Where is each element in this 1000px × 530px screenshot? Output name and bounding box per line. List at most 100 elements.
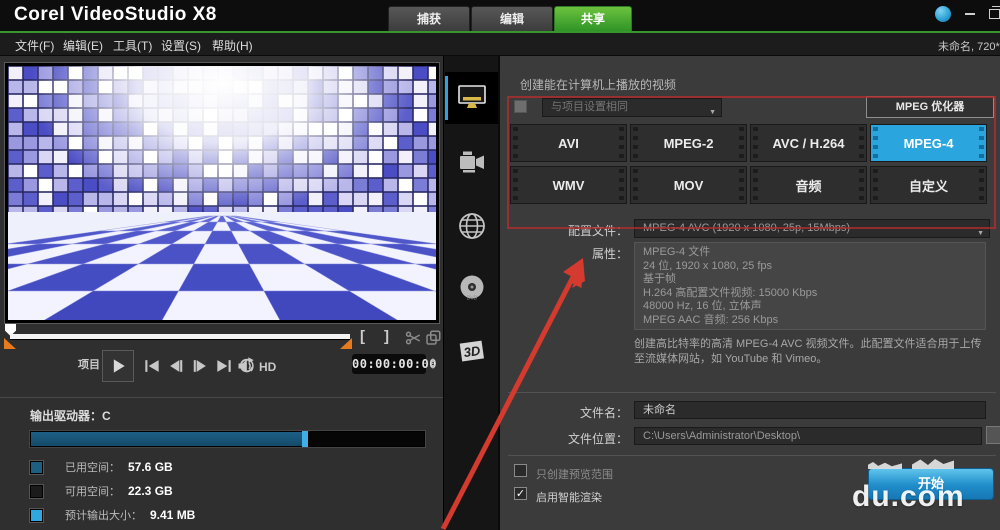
browse-folder-button[interactable] xyxy=(986,426,1000,444)
prop-line: H.264 高配置文件视频: 15000 Kbps xyxy=(643,286,818,299)
menu-tools[interactable]: 工具(T) xyxy=(113,37,152,54)
home-button[interactable] xyxy=(142,356,162,381)
prop-line: MPEG AAC 音频: 256 Kbps xyxy=(643,313,779,326)
trim-end-marker[interactable] xyxy=(340,338,352,349)
prop-line: 48000 Hz, 16 位, 立体声 xyxy=(643,300,762,312)
scrubber-row: [ ] xyxy=(0,324,443,350)
preview-range-label: 只创建预览范围 xyxy=(536,469,613,481)
format-avi-button[interactable]: AVI xyxy=(510,124,627,162)
help-globe-icon[interactable] xyxy=(935,6,951,22)
menu-file[interactable]: 文件(F) xyxy=(15,37,54,54)
title-bar: Corel VideoStudio X8 捕获 编辑 共享 xyxy=(0,0,1000,31)
mpeg-optimizer-button[interactable]: MPEG 优化器 xyxy=(866,96,994,118)
timecode-spinner[interactable]: ▲ ▼ xyxy=(428,353,438,375)
trim-start-marker[interactable] xyxy=(4,338,16,349)
prop-line: 基于帧 xyxy=(643,273,676,285)
transport-controls: 项目 HD 00:00:00:00 ▲ ▼ xyxy=(0,350,443,390)
output-drive-label: 输出驱动器：C xyxy=(30,409,111,423)
split-clip-icon[interactable] xyxy=(404,329,422,352)
svg-text:3D: 3D xyxy=(462,343,481,360)
tab-share[interactable]: 共享 xyxy=(554,6,632,31)
mark-in-button[interactable]: [ xyxy=(360,328,365,345)
camcorder-icon xyxy=(459,151,484,173)
format-avc-button[interactable]: AVC / H.264 xyxy=(750,124,867,162)
profile-value: MPEG-4 AVC (1920 x 1080, 25p, 15Mbps) xyxy=(643,222,851,234)
tab-edit[interactable]: 编辑 xyxy=(471,6,553,31)
menu-edit[interactable]: 编辑(E) xyxy=(63,37,103,54)
3d-share-button[interactable]: 3D xyxy=(445,326,498,378)
smart-render-label: 启用智能渲染 xyxy=(536,492,602,504)
mark-out-button[interactable]: ] xyxy=(384,328,389,345)
legend-used: 已用空间： 57.6 GB xyxy=(29,459,173,475)
estimated-size-swatch xyxy=(29,507,44,523)
same-as-project-text: 与项目设置相同 xyxy=(551,101,628,113)
app-title: Corel VideoStudio X8 xyxy=(14,4,217,25)
panel-heading: 创建能在计算机上播放的视频 xyxy=(520,78,677,92)
estimated-size-label: 预计输出大小： xyxy=(65,510,142,522)
same-as-project-checkbox[interactable] xyxy=(514,100,527,113)
project-status: 未命名, 720*576 xyxy=(938,41,1000,53)
minimize-icon[interactable] xyxy=(965,13,975,15)
estimated-size-value: 9.41 MB xyxy=(150,508,196,522)
legend-free: 可用空间： 22.3 GB xyxy=(29,483,173,499)
filename-label: 文件名： xyxy=(579,406,628,420)
format-mpeg4-button[interactable]: MPEG-4 xyxy=(870,124,987,162)
estimated-output-marker xyxy=(302,431,308,447)
video-preview xyxy=(4,62,440,324)
disk-used-fill xyxy=(31,432,302,446)
output-drive-panel: 输出驱动器：C 已用空间： 57.6 GB 可用空间： 22.3 GB 预计输出… xyxy=(0,398,443,530)
prev-frame-button[interactable] xyxy=(166,356,186,381)
enlarge-preview-icon[interactable] xyxy=(424,329,442,352)
used-space-value: 57.6 GB xyxy=(128,460,173,474)
3d-icon: 3D xyxy=(459,340,484,362)
smart-render-checkbox[interactable]: ✓ xyxy=(514,487,527,500)
format-audio-button[interactable]: 音频 xyxy=(750,166,867,204)
same-as-project-dropdown[interactable]: 与项目设置相同 ▼ xyxy=(542,98,722,117)
prop-line: MPEG-4 文件 xyxy=(643,246,711,258)
filename-input[interactable]: 未命名 xyxy=(634,401,986,419)
disc-share-button[interactable]: DVD xyxy=(445,262,498,314)
divider xyxy=(508,392,996,393)
used-space-label: 已用空间： xyxy=(65,462,120,474)
timecode-display[interactable]: 00:00:00:00 xyxy=(352,354,436,374)
computer-share-button[interactable] xyxy=(445,72,498,124)
format-custom-button[interactable]: 自定义 xyxy=(870,166,987,204)
videostudio-share-screen: { "window": { "title": "Corel VideoStudi… xyxy=(0,0,1000,530)
svg-text:DVD: DVD xyxy=(466,296,477,302)
filepath-label: 文件位置： xyxy=(567,432,628,446)
format-mpeg2-button[interactable]: MPEG-2 xyxy=(630,124,747,162)
preview-range-checkbox[interactable] xyxy=(514,464,527,477)
hd-quality-toggle[interactable]: HD xyxy=(259,360,276,374)
properties-label: 属性： xyxy=(591,247,628,261)
chevron-down-icon: ▼ xyxy=(977,230,984,237)
globe-icon xyxy=(458,213,485,239)
profile-label: 配置文件： xyxy=(567,224,628,238)
profile-dropdown[interactable]: MPEG-4 AVC (1920 x 1080, 25p, 15Mbps) ▼ xyxy=(634,219,990,238)
tab-capture[interactable]: 捕获 xyxy=(388,6,470,31)
next-frame-button[interactable] xyxy=(190,356,210,381)
format-wmv-button[interactable]: WMV xyxy=(510,166,627,204)
menu-help[interactable]: 帮助(H) xyxy=(212,37,253,54)
web-share-button[interactable] xyxy=(445,200,498,252)
profile-description: 创建高比特率的高清 MPEG-4 AVC 视频文件。此配置文件适合用于上传至流媒… xyxy=(634,338,982,365)
device-share-button[interactable] xyxy=(445,136,498,188)
chevron-down-icon: ▼ xyxy=(709,109,716,116)
filepath-input[interactable]: C:\Users\Administrator\Desktop\ xyxy=(634,427,982,445)
prop-line: 24 位, 1920 x 1080, 25 fps xyxy=(643,259,773,272)
play-button[interactable] xyxy=(102,350,134,382)
restore-icon[interactable] xyxy=(989,6,1000,19)
free-space-label: 可用空间： xyxy=(65,486,120,498)
computer-monitor-icon xyxy=(457,85,486,108)
used-space-swatch xyxy=(29,459,44,475)
properties-box: MPEG-4 文件 24 位, 1920 x 1080, 25 fps 基于帧 … xyxy=(634,242,986,330)
scrubber-bar[interactable] xyxy=(10,334,350,339)
legend-estimated: 预计输出大小： 9.41 MB xyxy=(29,507,196,523)
project-mode-label[interactable]: 项目 xyxy=(78,356,100,372)
divider xyxy=(508,455,996,456)
menu-settings[interactable]: 设置(S) xyxy=(161,37,201,54)
end-button[interactable] xyxy=(214,356,234,381)
preview-panel: [ ] 项目 HD 00:00:00:00 ▲ ▼ xyxy=(0,56,443,397)
share-type-toolbar: DVD 3D xyxy=(443,56,500,530)
format-mov-button[interactable]: MOV xyxy=(630,166,747,204)
dvd-disc-icon: DVD xyxy=(460,275,483,302)
